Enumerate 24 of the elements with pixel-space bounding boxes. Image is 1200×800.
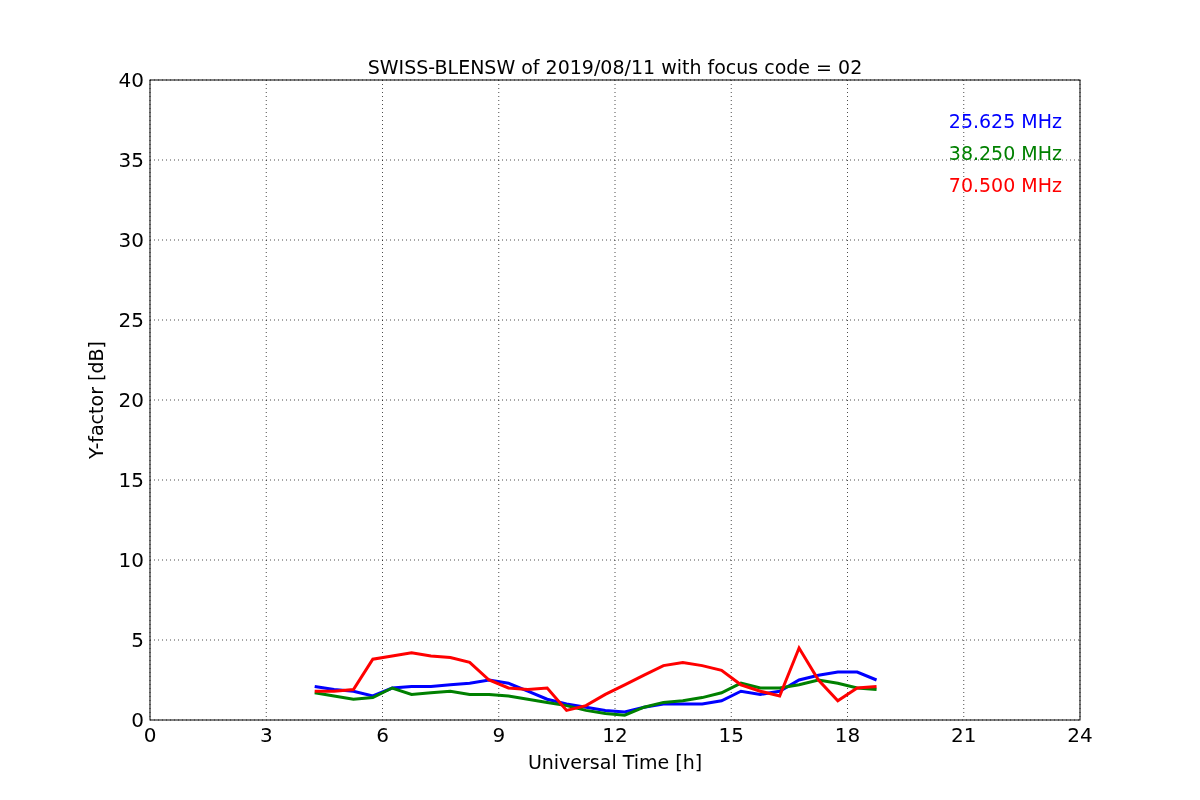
y-tick-label: 25 — [118, 308, 144, 332]
x-tick-label: 6 — [376, 723, 389, 747]
x-tick-label: 24 — [1067, 723, 1093, 747]
legend-label: 38.250 MHz — [948, 142, 1062, 164]
x-tick-label: 3 — [259, 723, 273, 747]
y-tick-label: 20 — [118, 388, 144, 412]
y-tick-label: 5 — [131, 628, 144, 652]
y-tick-label: 40 — [118, 68, 144, 92]
x-axis-label: Universal Time [h] — [527, 751, 703, 773]
legend-label: 70.500 MHz — [948, 174, 1062, 196]
x-tick-label: 9 — [492, 723, 506, 747]
x-tick-label: 15 — [718, 723, 744, 747]
chart-title: SWISS-BLENSW of 2019/08/11 with focus code = 02 — [367, 56, 863, 78]
y-tick-label: 35 — [118, 148, 144, 172]
x-tick-label: 21 — [951, 723, 977, 747]
y-tick-label: 10 — [118, 548, 144, 572]
legend-label: 25.625 MHz — [948, 110, 1062, 132]
y-tick-label: 0 — [131, 708, 144, 732]
y-tick-label: 15 — [118, 468, 144, 492]
x-tick-label: 18 — [834, 723, 861, 747]
y-axis-label: Y-factor [dB] — [85, 341, 107, 459]
x-tick-label: 12 — [602, 723, 628, 747]
x-tick-label: 0 — [143, 723, 157, 747]
y-tick-label: 30 — [118, 228, 144, 252]
